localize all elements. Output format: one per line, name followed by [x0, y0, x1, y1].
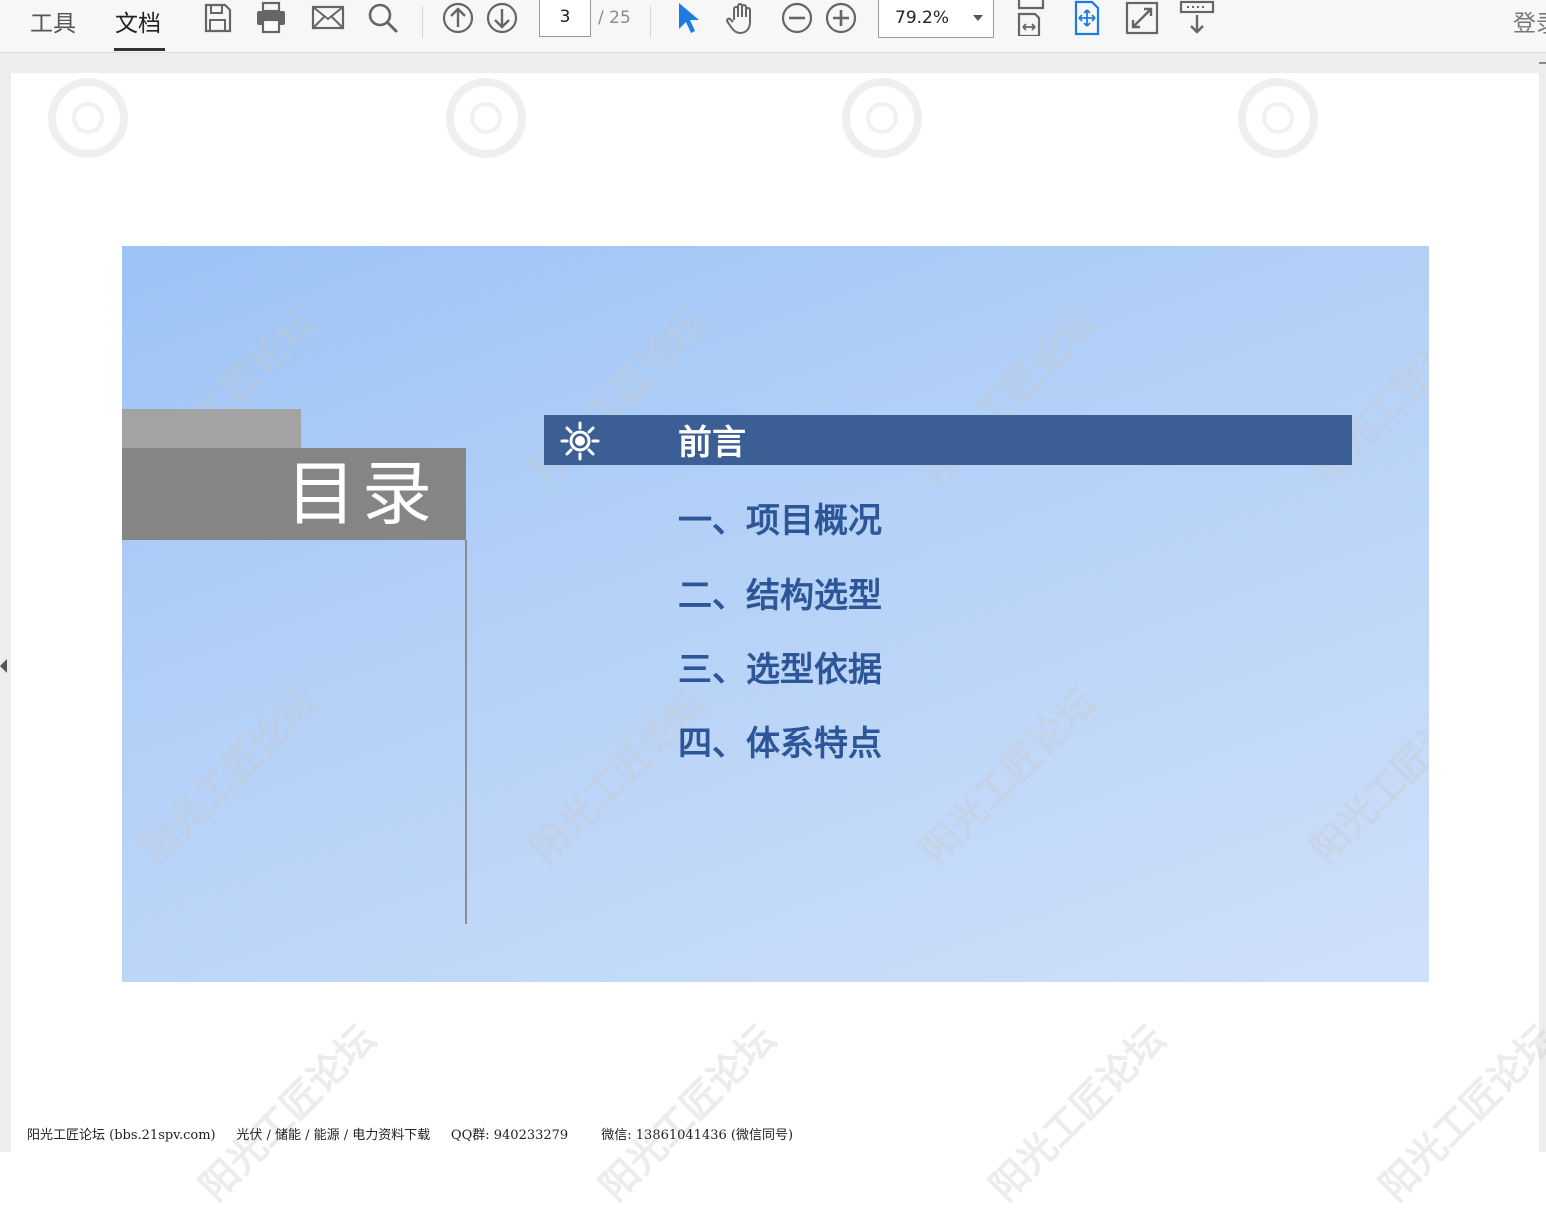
watermark-logo-icon [48, 78, 128, 158]
full-screen-icon[interactable] [1124, 0, 1160, 36]
zoom-level-value: 79.2% [895, 8, 950, 28]
chevron-down-icon [973, 15, 983, 21]
tab-tools[interactable]: 工具 [30, 4, 76, 38]
watermark-text: 阳光工匠论坛 [191, 1016, 384, 1210]
watermark-logo-icon [446, 78, 526, 158]
zoom-out-icon[interactable] [779, 0, 815, 36]
watermark-logo-icon [1238, 78, 1318, 158]
search-icon[interactable] [365, 0, 401, 36]
page-sheet: 阳光工匠论坛 阳光工匠论坛 阳光工匠论坛 阳光工匠论坛 阳光工匠论坛 阳光工匠论… [11, 73, 1546, 1209]
toc-item: 二、结构选型 [678, 576, 882, 616]
slide-heading: 目录 [286, 453, 438, 535]
save-icon[interactable] [199, 0, 235, 36]
scrollbar-marker[interactable] [1539, 62, 1546, 64]
login-button[interactable]: 登录 [1513, 4, 1546, 38]
watermark-text: 阳光工匠论坛 [522, 679, 715, 873]
fit-width-icon[interactable] [1013, 0, 1049, 36]
footer-site: 阳光工匠论坛 (bbs.21spv.com) [27, 1128, 216, 1143]
active-toc-bar: 前言 [544, 415, 1352, 465]
fit-page-icon[interactable] [1069, 0, 1105, 36]
watermark-text: 阳光工匠论坛 [1302, 679, 1429, 873]
footer-topics: 光伏 / 储能 / 能源 / 电力资料下载 [236, 1128, 431, 1143]
watermark-text: 阳光工匠论坛 [591, 1016, 784, 1210]
footer-qq: QQ群: 940233279 [450, 1128, 569, 1143]
zoom-level-select[interactable]: 79.2% [878, 0, 994, 38]
toc-item: 一、项目概况 [678, 501, 882, 541]
watermark-logo-icon [842, 78, 922, 158]
toc-item: 四、体系特点 [678, 724, 882, 764]
heading-block: 目录 [122, 448, 466, 540]
watermark-text: 阳光工匠论坛 [1371, 1016, 1546, 1210]
tab-document[interactable]: 文档 [115, 4, 161, 38]
slide: 阳光工匠论坛 阳光工匠论坛 阳光工匠论坛 阳光工匠论坛 阳光工匠论坛 阳光工匠论… [122, 246, 1429, 982]
read-mode-icon[interactable] [1179, 0, 1215, 36]
watermark-text: 阳光工匠论坛 [132, 679, 325, 873]
toolbar-separator [422, 6, 423, 38]
next-page-icon[interactable] [484, 0, 520, 36]
toolbar: 工具 文档 3 / 25 79.2% 登 [0, 0, 1546, 53]
heading-tab [122, 409, 301, 448]
divider-line [465, 540, 467, 924]
email-icon[interactable] [310, 0, 346, 36]
zoom-in-icon[interactable] [823, 0, 859, 36]
side-panel-toggle-icon[interactable] [0, 659, 7, 673]
active-tab-indicator [114, 48, 165, 51]
previous-page-icon[interactable] [440, 0, 476, 36]
page-footer: 阳光工匠论坛 (bbs.21spv.com) 光伏 / 储能 / 能源 / 电力… [27, 1124, 793, 1143]
footer-wechat: 微信: 13861041436 (微信同号) [601, 1128, 794, 1143]
toolbar-separator [650, 6, 651, 38]
toc-item: 三、选型依据 [678, 650, 882, 690]
hand-tool-icon[interactable] [724, 0, 760, 36]
toc-item-preface: 前言 [678, 423, 746, 463]
page-number-input[interactable]: 3 [539, 0, 591, 37]
watermark-text: 阳光工匠论坛 [981, 1016, 1174, 1210]
watermark-text: 阳光工匠论坛 [912, 679, 1105, 873]
document-viewer[interactable]: 阳光工匠论坛 阳光工匠论坛 阳光工匠论坛 阳光工匠论坛 阳光工匠论坛 阳光工匠论… [0, 53, 1546, 1209]
page-total: / 25 [598, 8, 631, 28]
print-icon[interactable] [253, 0, 289, 36]
select-cursor-icon[interactable] [670, 0, 706, 36]
sun-icon [560, 421, 600, 461]
